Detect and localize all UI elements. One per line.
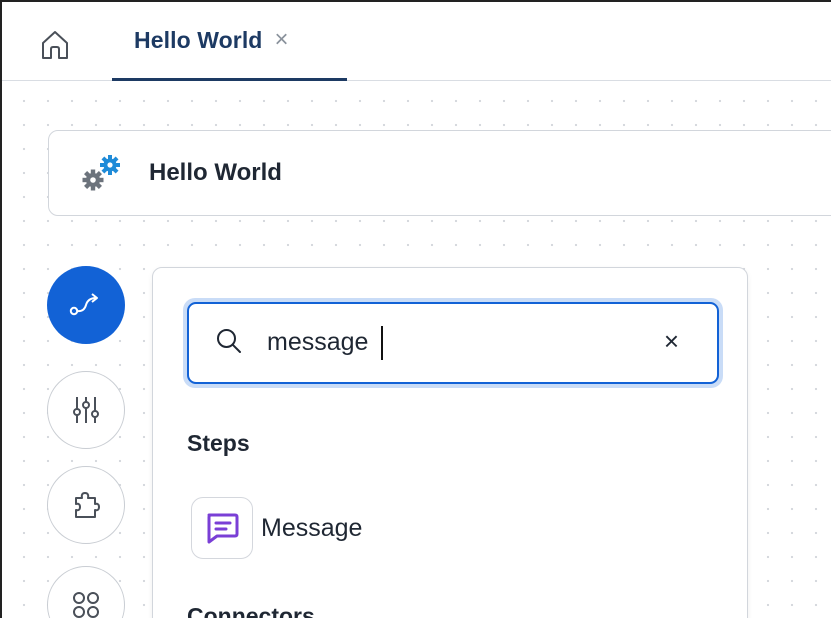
home-button[interactable] — [36, 26, 74, 64]
section-title-connectors: Connectors — [187, 603, 315, 618]
step-icon-box — [191, 497, 253, 559]
rail-apps-button[interactable] — [47, 566, 125, 618]
puzzle-icon — [75, 492, 100, 518]
flow-path-icon — [69, 293, 98, 316]
list-item-message-step[interactable]: Message — [191, 496, 362, 560]
flow-title: Hello World — [149, 159, 282, 186]
search-input[interactable] — [267, 320, 637, 364]
search-box[interactable]: × — [187, 302, 719, 384]
apps-grid-icon — [73, 592, 99, 618]
cogs-icon — [82, 155, 120, 191]
tab-close-button[interactable]: × — [274, 28, 288, 52]
tab-label: Hello World — [134, 26, 263, 53]
search-focus-ring: × — [183, 298, 723, 388]
rail-flow-button[interactable] — [47, 266, 125, 344]
rail-settings-button[interactable] — [47, 371, 125, 449]
home-icon — [42, 31, 68, 59]
step-label: Message — [261, 513, 363, 542]
rail-extensions-button[interactable] — [47, 466, 125, 544]
tab-bar: Hello World × — [2, 2, 831, 81]
clear-search-button[interactable]: × — [664, 328, 679, 354]
flow-canvas[interactable]: Hello World message × Steps Message Conn… — [2, 81, 831, 618]
message-icon — [207, 513, 239, 544]
flow-header-card: Hello World — [48, 130, 831, 216]
app-frame: Hello World × Hello World message × Step… — [0, 0, 831, 618]
search-panel: × Steps Message Connectors — [152, 267, 748, 618]
sliders-icon — [73, 397, 99, 423]
section-title-steps: Steps — [187, 430, 250, 456]
tab-hello-world[interactable]: Hello World × — [112, 2, 347, 81]
search-icon — [217, 329, 241, 353]
text-caret — [381, 326, 383, 360]
